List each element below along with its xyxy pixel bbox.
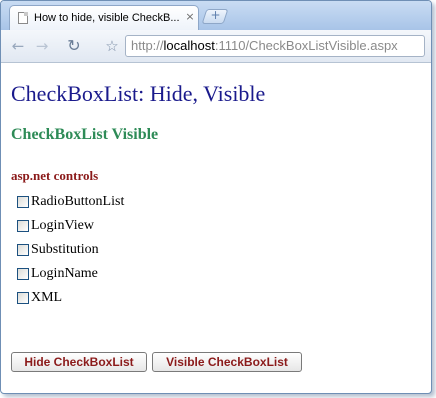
browser-tab[interactable]: How to hide, visible CheckB... ×	[9, 5, 199, 30]
checkbox-item[interactable]: LoginName	[17, 262, 124, 286]
checkbox[interactable]	[17, 244, 29, 256]
checkbox[interactable]	[17, 268, 29, 280]
checkbox-label[interactable]: LoginName	[31, 266, 98, 282]
checkbox[interactable]	[17, 292, 29, 304]
back-arrow-icon[interactable]: ←	[9, 37, 27, 55]
bookmark-star-icon[interactable]: ☆	[103, 37, 121, 55]
close-tab-icon[interactable]: ×	[184, 11, 196, 23]
url-path: :1110/CheckBoxListVisible.aspx	[214, 38, 398, 53]
page-favicon-icon	[18, 12, 28, 24]
checkbox-label[interactable]: RadioButtonList	[31, 194, 124, 210]
forward-arrow-icon[interactable]: →	[33, 37, 51, 55]
page-title: CheckBoxList: Hide, Visible	[11, 81, 266, 106]
browser-window: How to hide, visible CheckB... × + ← → ↻…	[0, 0, 432, 394]
hide-checkboxlist-button[interactable]: Hide CheckBoxList	[11, 352, 147, 372]
checkbox-item[interactable]: XML	[17, 286, 124, 310]
visible-checkboxlist-button[interactable]: Visible CheckBoxList	[152, 352, 302, 372]
checkbox[interactable]	[17, 220, 29, 232]
plus-icon: +	[210, 8, 221, 22]
tab-title: How to hide, visible CheckB...	[34, 12, 180, 24]
checkbox-item[interactable]: Substitution	[17, 238, 124, 262]
checkboxlist-heading: asp.net controls	[11, 168, 99, 183]
page-content: CheckBoxList: Hide, Visible CheckBoxList…	[1, 63, 431, 393]
checkbox-item[interactable]: LoginView	[17, 214, 124, 238]
checkbox-label[interactable]: XML	[31, 290, 62, 306]
checkbox[interactable]	[17, 196, 29, 208]
checkbox-list: RadioButtonList LoginView Substitution L…	[17, 190, 124, 310]
checkbox-label[interactable]: Substitution	[31, 242, 99, 258]
checkbox-label[interactable]: LoginView	[31, 218, 94, 234]
checkbox-item[interactable]: RadioButtonList	[17, 190, 124, 214]
url-host: localhost	[163, 38, 215, 53]
new-tab-button[interactable]: +	[201, 8, 229, 24]
tab-strip: How to hide, visible CheckB... × +	[1, 1, 431, 30]
reload-icon[interactable]: ↻	[65, 37, 83, 55]
address-bar[interactable]: http://localhost:1110/CheckBoxListVisibl…	[125, 35, 425, 57]
page-subtitle: CheckBoxList Visible	[11, 126, 159, 143]
url-scheme: http://	[131, 38, 164, 53]
browser-toolbar: ← → ↻ ☆ http://localhost:1110/CheckBoxLi…	[1, 30, 431, 63]
